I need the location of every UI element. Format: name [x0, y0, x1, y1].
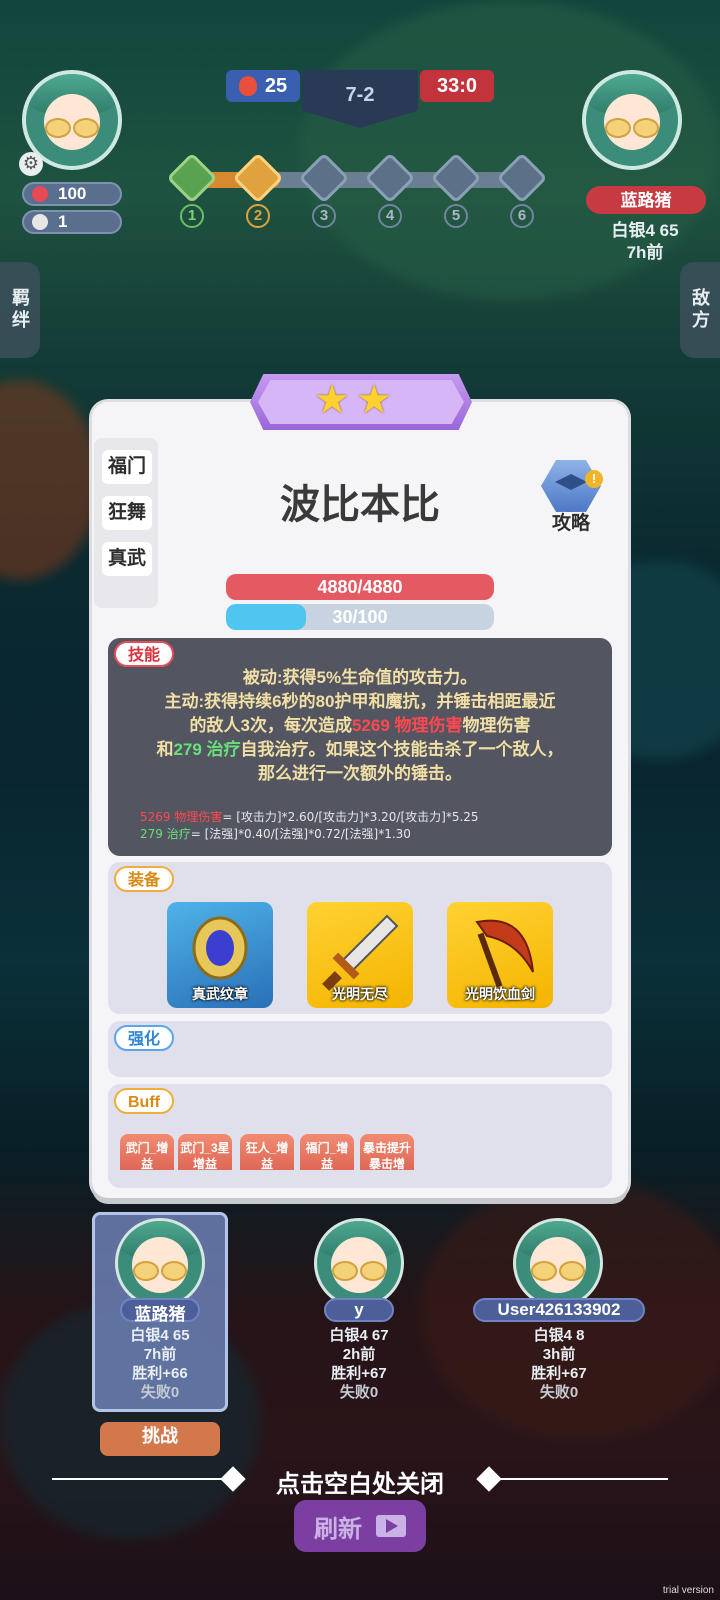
score-right: 33:0 [420, 70, 494, 102]
buff-tag: Buff [114, 1088, 174, 1114]
player-rank: 白银4 67 [329, 1327, 389, 1344]
player-losses: 失败0 [140, 1384, 180, 1401]
equipment-label: 光明饮血剑 [465, 986, 535, 1002]
trait-zhenwu[interactable]: 真武 [102, 542, 152, 576]
star-icon: ★ [314, 377, 350, 423]
hp-text: 4880/4880 [317, 577, 403, 597]
divider-right [496, 1478, 668, 1480]
player-name: User426133902 [473, 1298, 645, 1322]
skill-tag: 技能 [114, 641, 175, 667]
watermark: trial version [662, 1585, 714, 1596]
player-rank: 白银4 8 [533, 1327, 585, 1344]
player-hp: 100 [58, 184, 87, 203]
enhance-section [108, 1021, 612, 1077]
challenge-button[interactable]: 挑战 [100, 1422, 220, 1456]
close-hint[interactable]: 点击空白处关闭 [200, 1464, 520, 1499]
score-left: 25 [226, 70, 300, 102]
player-wins: 胜利+67 [331, 1365, 387, 1382]
player-rank: 白银4 65 [130, 1327, 190, 1344]
heal-value: 279 治疗 [173, 740, 241, 759]
player-wins: 胜利+66 [132, 1365, 188, 1382]
equipment-item[interactable]: 光明饮血剑 [447, 902, 553, 1008]
player-name: y [324, 1298, 394, 1322]
round-value: 7-2 [345, 84, 375, 106]
skill-active-line: 那么进行一次额外的锤击。 [258, 764, 462, 783]
trait-fumen[interactable]: 福门 [102, 450, 152, 484]
synergy-tab[interactable]: 羁绊 [0, 262, 40, 358]
skill-active-line: 主动:获得持续6秒的80护甲和魔抗，并锤击相距最近 [164, 692, 556, 711]
player-hp-pill: 100 [22, 182, 122, 206]
stage-number-6: 6 [510, 204, 534, 228]
equipment-item[interactable]: 光明无尽 [307, 902, 413, 1008]
guide-button[interactable]: ! 攻略 [537, 460, 605, 534]
score-left-value: 25 [264, 74, 288, 97]
heal-formula: 279 治疗= [法强]*0.40/[法强]*0.72/[法强]*1.30 [140, 827, 411, 841]
enemy-tab[interactable]: 敌方 [680, 262, 720, 358]
stage-number-1: 1 [180, 204, 204, 228]
flame-icon [238, 76, 257, 96]
video-ad-icon [376, 1515, 406, 1537]
player-avatar-2[interactable] [314, 1218, 404, 1308]
mana-text: 30/100 [332, 607, 388, 627]
stage-number-5: 5 [444, 204, 468, 228]
heart-icon [32, 186, 48, 202]
score-right-value: 33:0 [436, 74, 478, 97]
alert-badge-icon: ! [585, 470, 603, 488]
equipment-label: 真武纹章 [192, 986, 248, 1002]
settings-gear-icon[interactable]: ⚙ [19, 152, 43, 176]
stage-number-3: 3 [312, 204, 336, 228]
refresh-label: 刷新 [314, 1515, 362, 1543]
player-coins-pill: 1 [22, 210, 122, 234]
equipment-label: 光明无尽 [332, 986, 388, 1002]
player-name: 蓝路猪 [120, 1298, 200, 1324]
skill-passive: 被动:获得5%生命值的攻击力。 [242, 668, 478, 687]
player-avatar-1[interactable] [115, 1218, 205, 1308]
stage-number-2: 2 [246, 204, 270, 228]
damage-value: 5269 物理伤害 [351, 716, 463, 735]
refresh-button[interactable]: 刷新 [294, 1500, 426, 1552]
player-time: 2h前 [342, 1346, 376, 1363]
guide-label: 攻略 [551, 513, 590, 534]
player-time: 3h前 [542, 1346, 576, 1363]
player-coins: 1 [58, 212, 68, 231]
equipment-tag: 装备 [114, 866, 175, 892]
player-time: 7h前 [143, 1346, 177, 1363]
player-losses: 失败0 [539, 1384, 579, 1401]
player-losses: 失败0 [339, 1384, 379, 1401]
divider-left [52, 1478, 224, 1480]
enemy-avatar[interactable] [582, 70, 682, 170]
player-avatar-3[interactable] [513, 1218, 603, 1308]
player-wins: 胜利+67 [531, 1365, 587, 1382]
skill-active-line: 的敌人3次，每次造成5269 物理伤害物理伤害 [189, 716, 531, 735]
unit-name: 波比本比 [280, 483, 440, 527]
coin-icon [32, 214, 48, 230]
buff-overflow-mask [108, 1170, 612, 1188]
enemy-time: 7h前 [626, 243, 664, 262]
skill-active-line: 和279 治疗自我治疗。如果这个技能击杀了一个敌人， [156, 740, 564, 759]
enemy-name: 蓝路猪 [586, 186, 706, 214]
damage-formula: 5269 物理伤害= [攻击力]*2.60/[攻击力]*3.20/[攻击力]*5… [140, 810, 479, 824]
stage-number-4: 4 [378, 204, 402, 228]
equipment-item[interactable]: 真武纹章 [167, 902, 273, 1008]
trait-kuangwu[interactable]: 狂舞 [102, 496, 152, 530]
star-icon: ★ [356, 377, 392, 423]
enhance-tag: 强化 [114, 1025, 175, 1051]
